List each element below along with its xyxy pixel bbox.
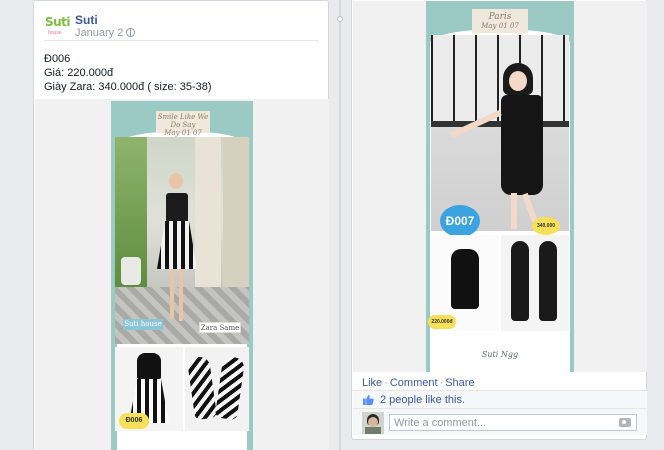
post-date[interactable]: January 2 xyxy=(75,27,123,39)
collage-footer-sign: Suti Ngg xyxy=(481,350,519,359)
collage-tagline: Smile Like We Do Say May 01 07 xyxy=(156,111,210,137)
tagline-text: Smile Like We Do Say xyxy=(157,113,209,129)
post-date-row: January 2 xyxy=(75,27,136,39)
globe-icon xyxy=(126,28,136,37)
post-text-line: Giày Zara: 340.000đ ( size: 35-38) xyxy=(44,81,212,93)
comment-input[interactable] xyxy=(389,414,637,431)
code-badge: Đ006 xyxy=(119,413,149,429)
user-avatar[interactable] xyxy=(362,412,384,434)
page-avatar[interactable]: Suti house xyxy=(44,13,71,39)
timeline-dot xyxy=(337,16,343,22)
comment-composer xyxy=(353,408,647,435)
post-header: Suti house Suti January 2 xyxy=(44,13,319,39)
post-photo-area[interactable]: Smile Like We Do Say May 01 07 Suti hous… xyxy=(35,99,329,450)
camera-icon[interactable] xyxy=(619,418,631,427)
separator-dot: · xyxy=(384,377,388,389)
likes-summary: 2 people like this. xyxy=(353,390,647,408)
share-link[interactable]: Share xyxy=(445,377,474,389)
post-actions: Like · Comment · Share xyxy=(362,377,475,389)
shoes-photo xyxy=(185,347,249,431)
price-badge-dress: 220.000đ xyxy=(428,315,456,329)
author-name[interactable]: Suti xyxy=(75,13,98,27)
logo-subtext: house xyxy=(48,30,62,36)
post-card-left: Suti house Suti January 2 Đ006 Giá: 220.… xyxy=(33,0,329,450)
collage-tagline: Paris May 01 07 xyxy=(472,9,528,33)
thumbs-up-icon xyxy=(363,394,374,405)
comment-link[interactable]: Comment xyxy=(390,377,438,389)
timeline-divider xyxy=(339,0,341,450)
post-text-line: Giá: 220.000đ xyxy=(44,67,114,79)
collage-label-shoes: Zara Same xyxy=(199,322,241,333)
collage-label-brand: Suti house xyxy=(123,319,163,330)
tagline-text: Paris xyxy=(488,12,512,22)
code-badge: Đ007 xyxy=(440,205,480,237)
tagline-subtext: May 01 07 xyxy=(481,22,519,30)
post-photo-collage[interactable]: Paris May 01 07 Đ007 340.000 220.000đ Su… xyxy=(426,1,574,372)
likes-count-text[interactable]: 2 people like this. xyxy=(380,394,465,406)
post-card-right: Paris May 01 07 Đ007 340.000 220.000đ Su… xyxy=(351,0,647,440)
like-link[interactable]: Like xyxy=(362,377,382,389)
shoes-photo xyxy=(501,235,569,331)
logo-text: Suti xyxy=(45,15,71,29)
price-badge-shoes: 340.000 xyxy=(532,217,560,235)
post-photo-collage[interactable]: Smile Like We Do Say May 01 07 Suti hous… xyxy=(111,101,253,450)
post-text: Đ006 Giá: 220.000đ Giày Zara: 340.000đ (… xyxy=(44,52,212,94)
header-divider xyxy=(44,40,319,41)
post-text-line: Đ006 xyxy=(44,53,71,65)
model-photo xyxy=(431,35,569,231)
tagline-subtext: May 01 07 xyxy=(164,129,202,137)
separator-dot: · xyxy=(439,377,444,389)
model-photo xyxy=(115,137,249,344)
post-photo-area[interactable]: Paris May 01 07 Đ007 340.000 220.000đ Su… xyxy=(353,1,647,372)
